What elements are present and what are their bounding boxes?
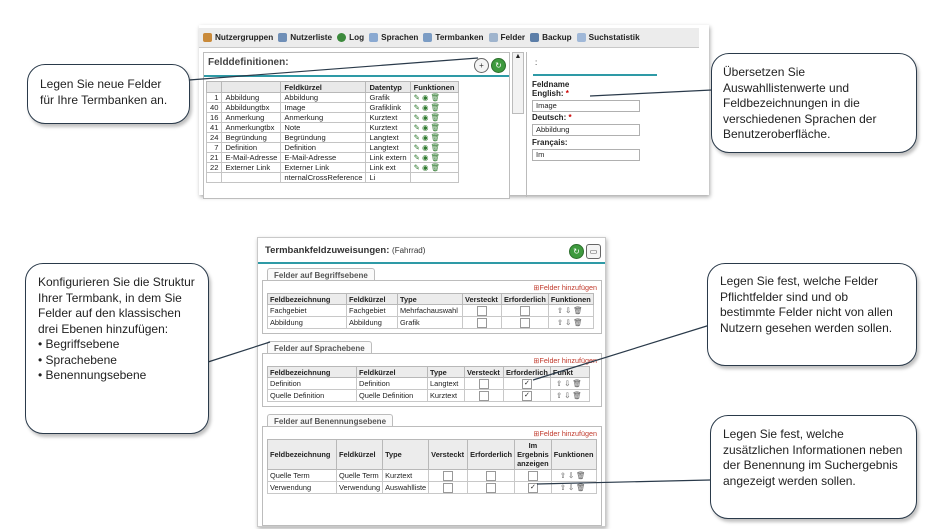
connector-translate — [589, 89, 713, 97]
bullet-item: • Sprachebene — [38, 352, 117, 367]
connector-required — [532, 324, 711, 381]
connector-new-fields — [188, 57, 479, 81]
callout-configure: Konfigurieren Sie die Struktur Ihrer Ter… — [25, 263, 209, 434]
connector-results — [536, 479, 711, 485]
callout-results: Legen Sie fest, welche zusätzlichen Info… — [710, 415, 917, 519]
bullet-item: • Benennungsebene — [38, 368, 147, 382]
callout-required: Legen Sie fest, welche Felder Pflichtfel… — [707, 263, 917, 366]
callout-translate: Übersetzen Sie Auswahllistenwerte und Fe… — [711, 53, 917, 153]
connector-configure — [207, 341, 271, 363]
bullet-item: • Begriffsebene — [38, 337, 120, 351]
callout-new-fields: Legen Sie neue Felder für Ihre Termbanke… — [27, 64, 190, 124]
